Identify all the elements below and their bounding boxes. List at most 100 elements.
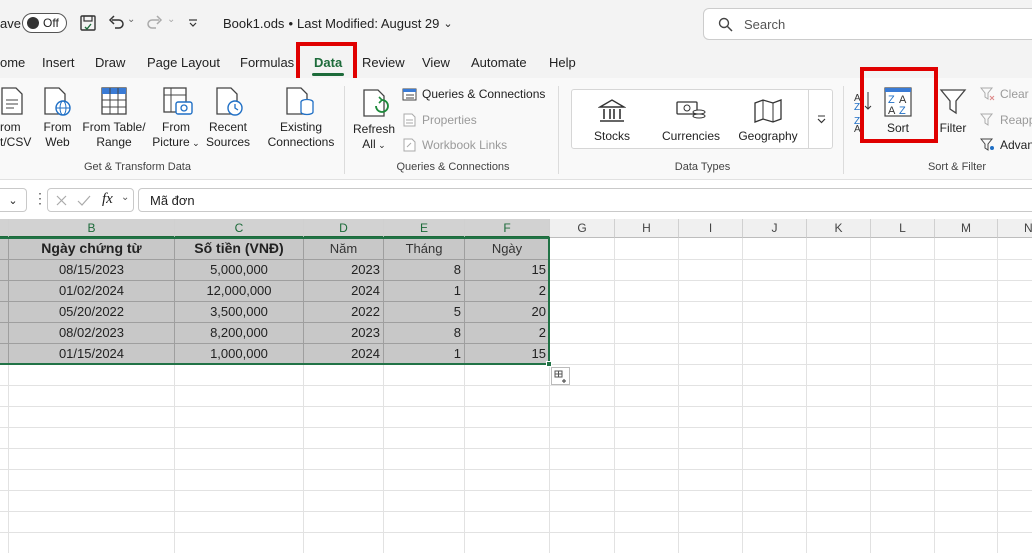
redo-dropdown-icon[interactable]: ⌄ [167,14,175,25]
queries-connections-button[interactable]: Queries & Connections [402,87,545,101]
stocks-button[interactable]: Stocks [587,129,637,144]
cell-b4[interactable]: 05/20/2022 [9,301,174,322]
column-header-a[interactable] [0,219,9,238]
cell-e3[interactable]: 1 [384,280,464,301]
filter-funnel-icon [939,89,967,115]
cell-f3[interactable]: 2 [465,280,549,301]
autosave-toggle[interactable]: Off [22,13,67,33]
name-box[interactable]: ⌄ [0,188,27,212]
from-text-csv-button[interactable]: rom t/CSV [0,120,31,150]
tab-review[interactable]: Review [362,55,405,70]
chevron-down-icon[interactable]: ⌄ [121,192,129,203]
recent-sources-button[interactable]: Recent Sources [205,120,251,150]
cell-c1[interactable]: Số tiền (VNĐ) [175,238,303,259]
autosave-label: ave [0,16,21,31]
workbook-links-button[interactable]: Workbook Links [402,138,507,152]
cell-b5[interactable]: 08/02/2023 [9,322,174,343]
formula-input[interactable]: Mã đơn [138,188,1032,212]
tab-insert[interactable]: Insert [42,55,75,70]
tab-home[interactable]: ome [0,55,25,70]
column-header-m[interactable]: M [935,219,998,238]
cell-e4[interactable]: 5 [384,301,464,322]
column-header-h[interactable]: H [615,219,679,238]
document-title[interactable]: Book1.ods • Last Modified: August 29 ⌄ [223,16,453,31]
cell-d3[interactable]: 2024 [304,280,383,301]
advanced-filter-icon [980,138,994,151]
clear-filter-icon [980,87,995,101]
cell-e6[interactable]: 1 [384,343,464,364]
cancel-icon[interactable] [55,194,68,207]
from-picture-label-2: Picture [152,135,190,149]
from-picture-button[interactable]: From Picture ⌄ [150,120,202,151]
customize-toolbar-icon[interactable] [187,17,199,29]
cell-d1[interactable]: Năm [304,238,383,259]
tab-automate[interactable]: Automate [471,55,527,70]
cell-d4[interactable]: 2022 [304,301,383,322]
column-header-g[interactable]: G [550,219,615,238]
tab-help[interactable]: Help [549,55,576,70]
filter-button[interactable]: Filter [934,121,972,136]
cell-f5[interactable]: 2 [465,322,549,343]
column-header-j[interactable]: J [743,219,807,238]
column-header-b[interactable]: B [9,219,175,238]
chevron-down-icon: ⌄ [189,138,200,148]
column-header-n[interactable]: N [998,219,1032,238]
cell-c4[interactable]: 3,500,000 [175,301,303,322]
properties-button[interactable]: Properties [402,113,477,127]
undo-icon[interactable] [107,14,125,32]
advanced-filter-button[interactable]: Advan [980,138,1032,152]
tab-draw[interactable]: Draw [95,55,125,70]
cell-b2[interactable]: 08/15/2023 [9,259,174,280]
gallery-more-button[interactable] [808,89,833,149]
cell-c3[interactable]: 12,000,000 [175,280,303,301]
cell-e5[interactable]: 8 [384,322,464,343]
geography-button[interactable]: Geography [733,129,803,144]
enter-check-icon[interactable] [77,194,91,207]
from-web-button[interactable]: From Web [40,120,75,150]
column-header-l[interactable]: L [871,219,935,238]
column-header-c[interactable]: C [175,219,304,238]
cell-d6[interactable]: 2024 [304,343,383,364]
cell-c5[interactable]: 8,200,000 [175,322,303,343]
existing-connections-button[interactable]: Existing Connections [263,120,339,150]
cell-b3[interactable]: 01/02/2024 [9,280,174,301]
clear-label: Clear [1000,87,1029,101]
cell-c2[interactable]: 5,000,000 [175,259,303,280]
recent-label-2: Sources [205,135,251,149]
cell-e2[interactable]: 8 [384,259,464,280]
quick-analysis-button[interactable] [551,367,570,385]
cell-d2[interactable]: 2023 [304,259,383,280]
redo-icon[interactable] [146,14,164,32]
cell-b1[interactable]: Ngày chứng từ [9,238,174,259]
cell-f6[interactable]: 15 [465,343,549,364]
sort-button-highlight [860,67,938,143]
column-header-i[interactable]: I [679,219,743,238]
from-text-icon [1,87,23,115]
from-table-range-button[interactable]: From Table/ Range [80,120,148,150]
cell-c6[interactable]: 1,000,000 [175,343,303,364]
save-icon[interactable] [79,14,97,32]
cell-f4[interactable]: 20 [465,301,549,322]
search-placeholder: Search [744,17,786,32]
refresh-all-button[interactable]: Refresh All ⌄ [352,122,396,153]
search-box[interactable]: Search [703,8,1032,40]
column-header-f[interactable]: F [465,219,550,238]
tab-formulas[interactable]: Formulas [240,55,294,70]
undo-dropdown-icon[interactable]: ⌄ [127,14,135,25]
cell-d5[interactable]: 2023 [304,322,383,343]
tab-page-layout[interactable]: Page Layout [147,55,220,70]
cell-f1[interactable]: Ngày [465,238,549,259]
currencies-button[interactable]: Currencies [655,129,727,144]
reapply-button[interactable]: Reapp [980,113,1032,127]
more-options-icon[interactable]: ⋮ [33,190,47,207]
column-header-e[interactable]: E [384,219,465,238]
column-header-d[interactable]: D [304,219,384,238]
tab-view[interactable]: View [422,55,450,70]
spreadsheet-grid[interactable]: B C D E F G H I J K L M N Ngày chứng từ … [0,219,1032,553]
cell-b6[interactable]: 01/15/2024 [9,343,174,364]
cell-f2[interactable]: 15 [465,259,549,280]
clear-filter-button[interactable]: Clear [980,87,1029,101]
column-header-k[interactable]: K [807,219,871,238]
cell-e1[interactable]: Tháng [384,238,464,259]
insert-function-icon[interactable]: fx [102,191,113,208]
